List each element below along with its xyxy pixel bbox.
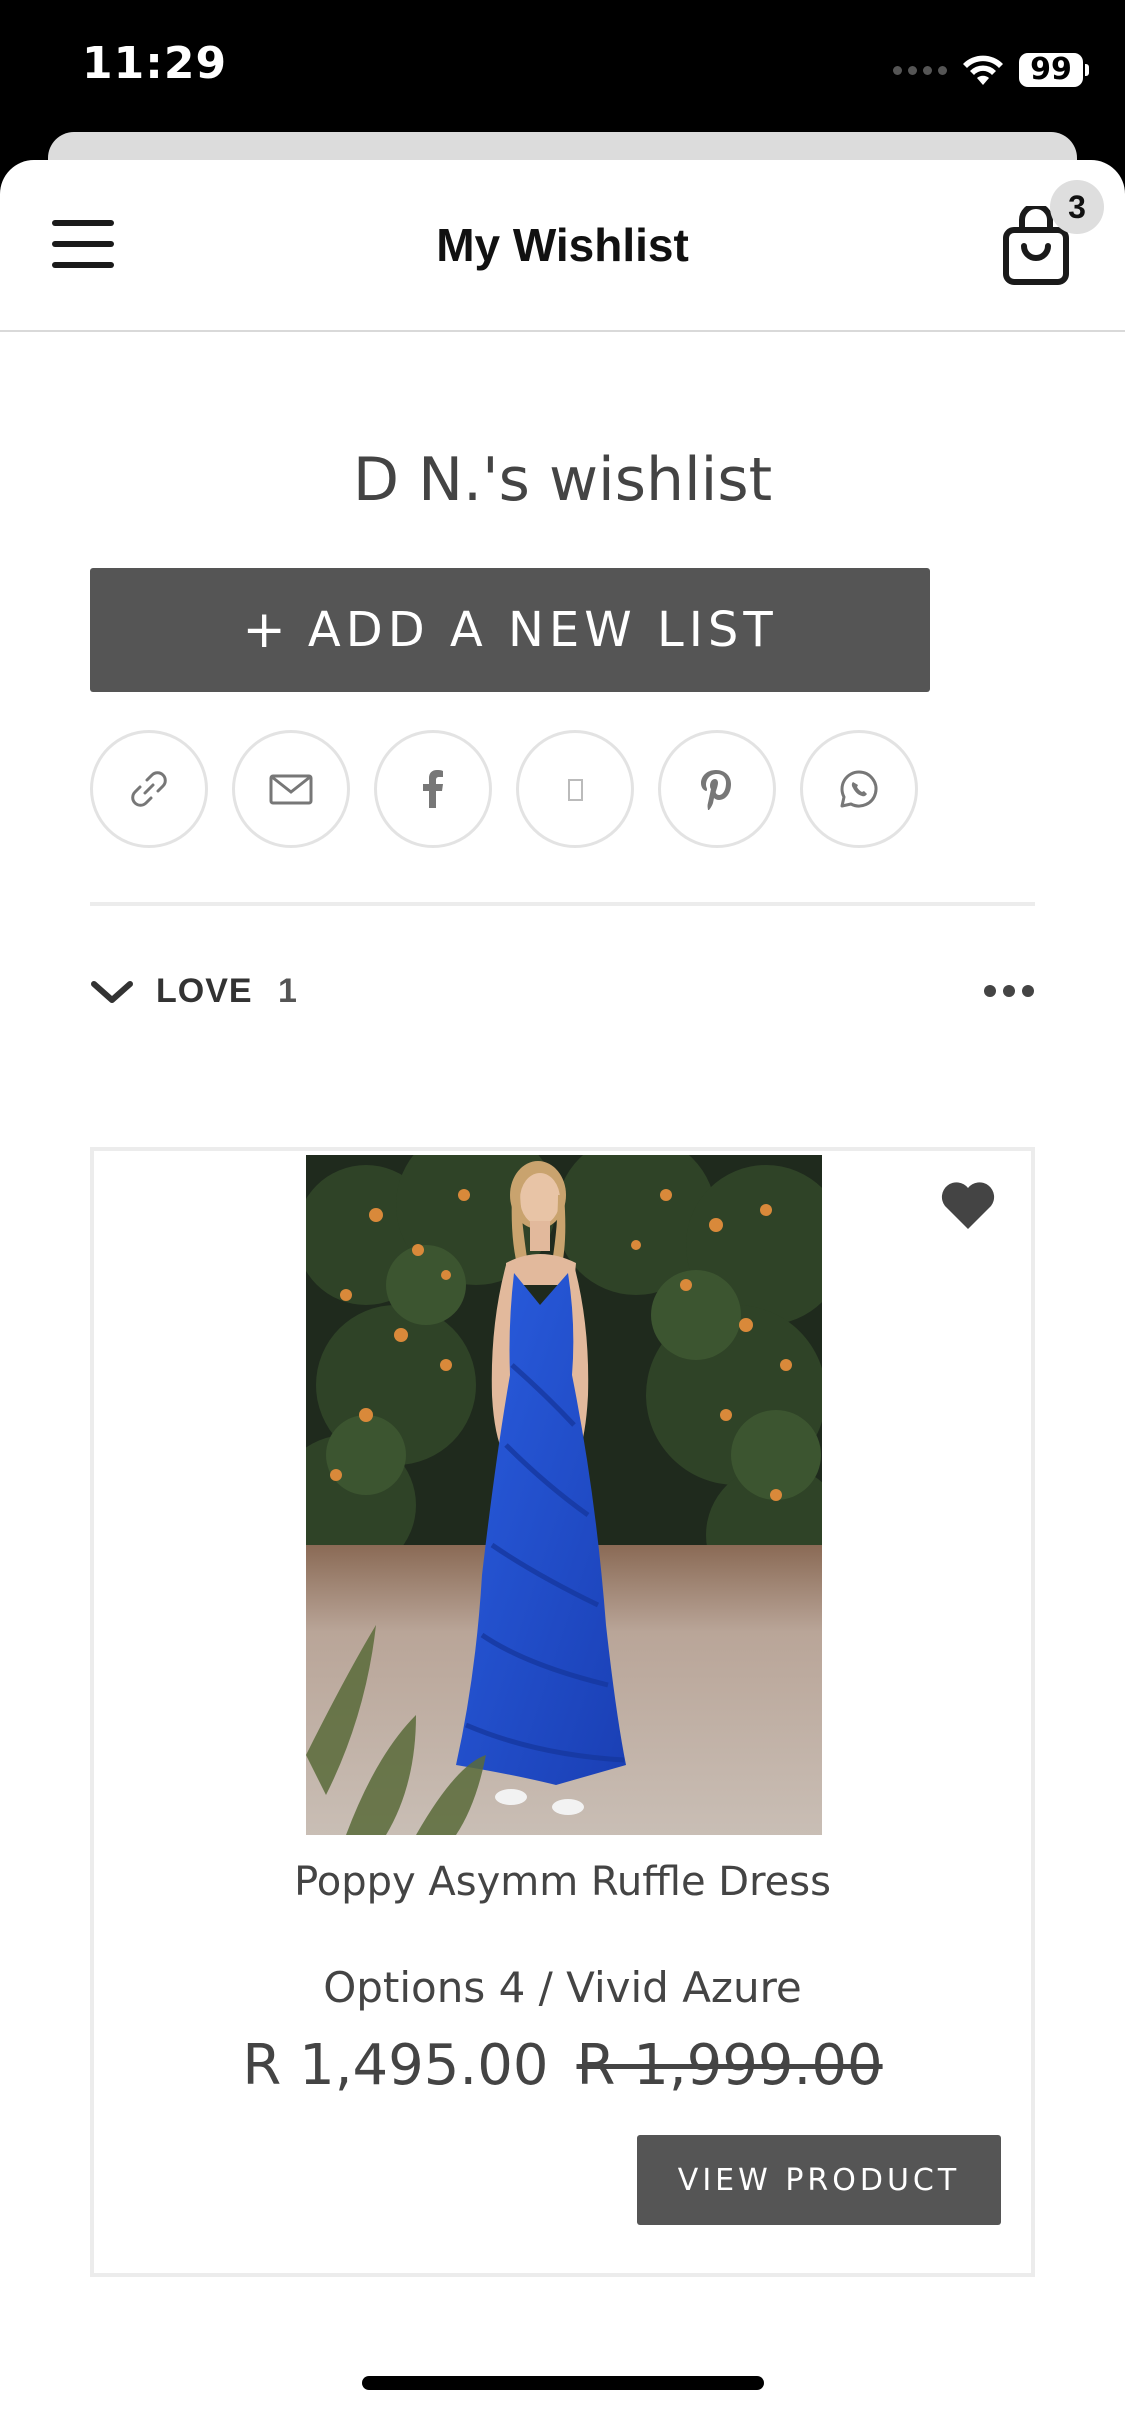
share-buttons <box>90 730 918 848</box>
list-item-count: 1 <box>278 972 297 1010</box>
email-icon <box>269 774 313 805</box>
product-name[interactable]: Poppy Asymm Ruffle Dress <box>94 1859 1031 1905</box>
page-title: My Wishlist <box>436 219 689 271</box>
section-divider <box>90 902 1035 906</box>
product-card: Poppy Asymm Ruffle Dress Options 4 / Viv… <box>90 1147 1035 2277</box>
pinterest-icon <box>701 770 731 810</box>
blank-icon <box>568 779 583 801</box>
sale-price: R 1,495.00 <box>242 2033 549 2098</box>
battery-indicator: 99 <box>1019 53 1089 87</box>
more-options-icon[interactable] <box>983 984 1035 998</box>
cart-count-badge: 3 <box>1050 180 1104 234</box>
heart-icon[interactable] <box>939 1179 997 1231</box>
whatsapp-icon <box>840 770 878 808</box>
link-icon <box>131 771 167 807</box>
share-pinterest-button[interactable] <box>658 730 776 848</box>
share-link-button[interactable] <box>90 730 208 848</box>
header: My Wishlist 3 <box>0 160 1125 332</box>
list-name: LOVE <box>156 972 253 1010</box>
view-product-button[interactable]: VIEW PRODUCT <box>637 2135 1001 2225</box>
product-image[interactable] <box>306 1155 822 1835</box>
price-row: R 1,495.00 R 1,999.00 <box>94 2033 1031 2098</box>
status-time: 11:29 <box>82 38 228 89</box>
share-email-button[interactable] <box>232 730 350 848</box>
add-new-list-button[interactable]: + ADD A NEW LIST <box>90 568 930 692</box>
home-indicator <box>362 2376 764 2390</box>
compare-price: R 1,999.00 <box>576 2033 883 2098</box>
cellular-signal-icon <box>893 65 947 75</box>
wishlist-title: D N.'s wishlist <box>352 445 773 515</box>
status-icons: 99 <box>893 48 1089 92</box>
share-blank-button[interactable] <box>516 730 634 848</box>
wifi-icon <box>961 53 1005 87</box>
facebook-icon <box>423 770 443 808</box>
add-new-list-label: ADD A NEW LIST <box>307 602 778 658</box>
wishlist-sheet: My Wishlist 3 D N.'s wishlist + ADD A NE… <box>0 160 1125 2436</box>
list-header: LOVE 1 <box>90 960 1035 1030</box>
share-facebook-button[interactable] <box>374 730 492 848</box>
share-whatsapp-button[interactable] <box>800 730 918 848</box>
chevron-down-icon[interactable] <box>90 978 134 1006</box>
status-bar: 11:29 99 <box>0 0 1125 150</box>
plus-icon: + <box>242 600 286 660</box>
product-options: Options 4 / Vivid Azure <box>323 1963 802 2012</box>
